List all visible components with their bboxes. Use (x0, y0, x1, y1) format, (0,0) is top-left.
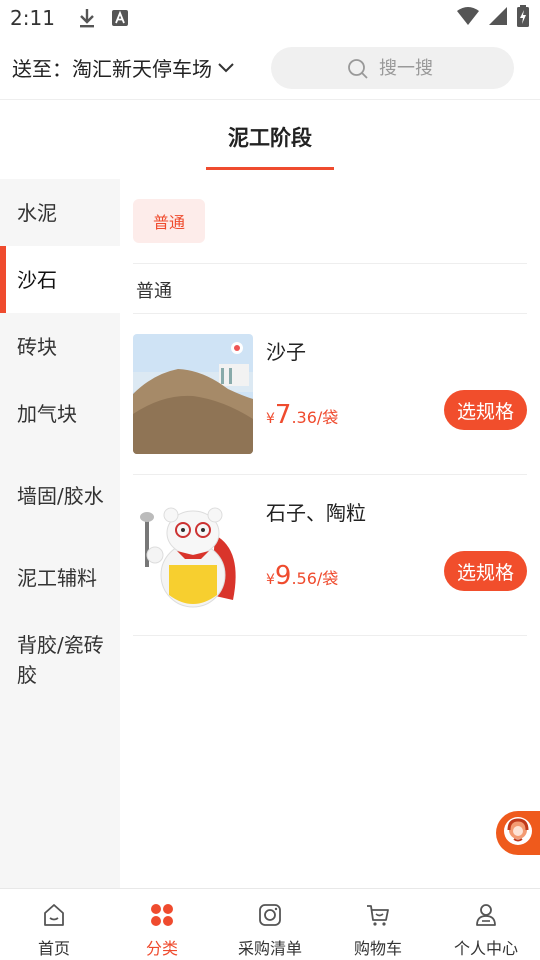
nav-label: 采购清单 (237, 939, 302, 958)
stage-tab[interactable]: 泥工阶段 (206, 100, 334, 179)
nav-home[interactable]: 首页 (0, 889, 108, 960)
product-name: 沙子 (266, 340, 306, 364)
purchase-list-icon (256, 901, 284, 929)
chevron-down-icon (218, 62, 234, 73)
nav-label: 首页 (37, 939, 70, 958)
product-name: 石子、陶粒 (266, 501, 366, 525)
home-icon (40, 901, 68, 929)
sidebar-item-wall-glue[interactable]: 墙固/胶水 (0, 447, 120, 544)
price-decimal-unit: .36/袋 (291, 408, 339, 427)
sidebar-item-label: 加气块 (17, 401, 77, 426)
stage-tab-bar: 泥工阶段 (0, 100, 540, 179)
sidebar-item-label: 泥工辅料 (17, 565, 97, 590)
sidebar-item-label: 水泥 (17, 200, 57, 225)
search-input[interactable] (379, 57, 519, 79)
select-spec-button[interactable]: 选规格 (444, 390, 527, 430)
nav-profile[interactable]: 个人中心 (432, 889, 540, 960)
location-name: 淘汇新天停车场 (72, 57, 212, 81)
sidebar-item-cement[interactable]: 水泥 (0, 179, 120, 246)
sidebar-item-label: 背胶/瓷砖胶 (17, 632, 104, 687)
wifi-icon (456, 6, 480, 30)
price-integer: 9 (274, 561, 292, 591)
price-integer: 7 (274, 400, 292, 430)
status-bar: 2:11 (0, 0, 540, 36)
nav-category[interactable]: 分类 (108, 889, 216, 960)
customer-service-icon (502, 815, 534, 851)
sidebar-item-label: 沙石 (17, 267, 57, 292)
category-sidebar: 水泥 沙石 砖块 加气块 墙固/胶水 泥工辅料 背胶/瓷砖胶 (0, 179, 120, 888)
product-content: 普通 普通 沙子 ¥ 7 .36/袋 选规格 石子、陶粒 ¥ 9 .56/袋 选… (120, 179, 540, 888)
category-icon (148, 901, 176, 929)
search-icon (347, 58, 369, 84)
divider (133, 635, 527, 636)
stage-title: 泥工阶段 (228, 126, 312, 150)
bottom-nav: 首页 分类 采购清单 购物车 个人中心 (0, 888, 540, 960)
bear-mascot-image (133, 495, 253, 615)
text-a-icon (111, 9, 129, 27)
sidebar-item-label: 墙固/胶水 (17, 483, 104, 508)
sand-pile-image (133, 334, 253, 454)
sidebar-item-label: 砖块 (17, 334, 57, 359)
search-bar[interactable] (271, 47, 519, 89)
location-prefix: 送至： (12, 57, 72, 81)
price-currency: ¥ (266, 572, 275, 588)
download-icon (77, 7, 97, 29)
sidebar-item-sand-gravel[interactable]: 沙石 (0, 246, 120, 313)
product-price: ¥ 9 .56/袋 (266, 561, 338, 591)
section-label: 普通 (136, 281, 172, 302)
nav-label: 个人中心 (453, 939, 518, 958)
nav-label: 分类 (145, 939, 178, 958)
sidebar-item-aerated-block[interactable]: 加气块 (0, 380, 120, 447)
sidebar-item-bricks[interactable]: 砖块 (0, 313, 120, 380)
price-currency: ¥ (266, 411, 275, 427)
nav-purchase-list[interactable]: 采购清单 (216, 889, 324, 960)
price-decimal-unit: .56/袋 (291, 569, 339, 588)
delivery-location[interactable]: 送至： 淘汇新天停车场 (0, 53, 234, 82)
product-price: ¥ 7 .36/袋 (266, 400, 338, 430)
divider (133, 263, 527, 264)
stage-underline (206, 167, 334, 170)
signal-icon (488, 6, 508, 30)
profile-icon (472, 901, 500, 929)
battery-charging-icon (516, 5, 530, 31)
cart-icon (364, 901, 392, 929)
product-card[interactable]: 沙子 ¥ 7 .36/袋 选规格 (133, 314, 527, 474)
product-card[interactable]: 石子、陶粒 ¥ 9 .56/袋 选规格 (133, 475, 527, 635)
sidebar-item-tile-adhesive[interactable]: 背胶/瓷砖胶 (0, 611, 120, 708)
filter-chip[interactable]: 普通 (133, 199, 205, 243)
select-spec-button[interactable]: 选规格 (444, 551, 527, 591)
nav-cart[interactable]: 购物车 (324, 889, 432, 960)
customer-service-button[interactable] (496, 811, 540, 855)
header: 送至： 淘汇新天停车场 (0, 36, 540, 100)
sidebar-item-masonry-accessories[interactable]: 泥工辅料 (0, 544, 120, 611)
status-time: 2:11 (10, 6, 55, 30)
nav-label: 购物车 (353, 939, 402, 958)
